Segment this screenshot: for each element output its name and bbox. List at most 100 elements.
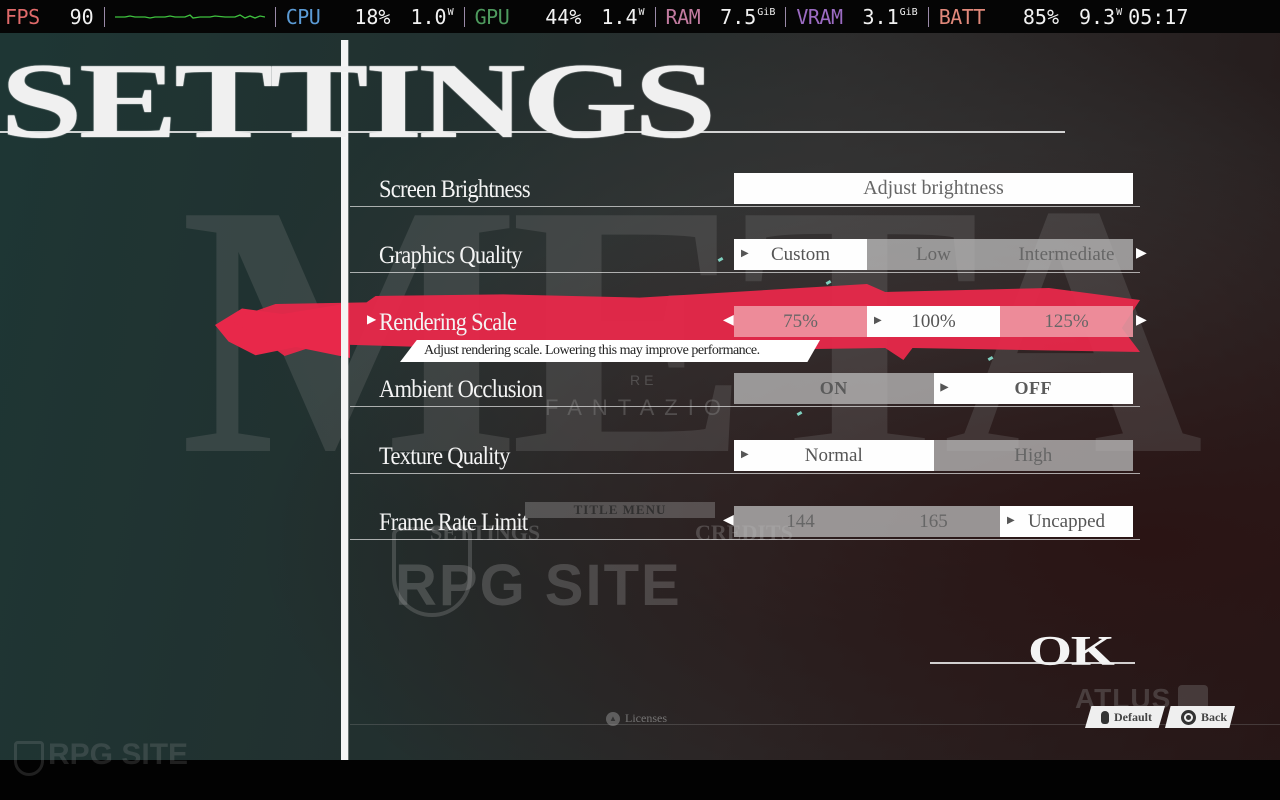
licenses-label: Licenses xyxy=(625,711,667,725)
stick-button-icon xyxy=(1101,710,1109,724)
setting-label: Frame Rate Limit xyxy=(379,509,528,536)
option-label: Low xyxy=(916,243,951,265)
option-label: 125% xyxy=(1044,310,1089,332)
scroll-left-arrow-icon[interactable]: ◀ xyxy=(723,512,734,529)
ram-value: 7.5GiB xyxy=(720,5,775,29)
option-75[interactable]: 75% xyxy=(734,306,867,337)
separator xyxy=(103,6,105,27)
option-uncapped[interactable]: ▶ Uncapped xyxy=(1000,506,1133,537)
rendering-scale-selector[interactable]: 75% ▶ 100% 125% xyxy=(734,306,1133,337)
option-high[interactable]: High xyxy=(933,440,1133,471)
row-divider xyxy=(350,206,1140,207)
setting-label: Texture Quality xyxy=(379,443,510,470)
separator xyxy=(463,6,465,27)
default-label: Default xyxy=(1114,709,1152,724)
cpu-label: CPU xyxy=(285,4,321,29)
option-100[interactable]: ▶ 100% xyxy=(867,306,1000,337)
gpu-power: 1.4W xyxy=(601,5,644,29)
option-144[interactable]: 144 xyxy=(734,506,867,537)
graphics-quality-selector[interactable]: ▶ Custom Low Intermediate xyxy=(734,239,1133,270)
option-on[interactable]: ON xyxy=(734,373,934,404)
frametime-graph xyxy=(114,7,265,27)
option-normal[interactable]: ▶ Normal xyxy=(734,440,934,471)
option-label: 75% xyxy=(783,310,818,332)
option-low[interactable]: Low xyxy=(867,239,1000,270)
back-label: Back xyxy=(1201,709,1228,724)
option-label: Normal xyxy=(804,444,863,466)
ok-underline xyxy=(930,662,1135,664)
separator xyxy=(785,6,787,27)
back-button[interactable]: Back xyxy=(1165,706,1235,728)
selected-caret-icon: ▶ xyxy=(874,315,882,326)
rpgsite-watermark: RPG SITE xyxy=(395,553,682,618)
battery-percent: 85% xyxy=(1022,4,1059,29)
separator xyxy=(927,6,929,27)
gpu-power-value: 1.4 xyxy=(601,4,638,29)
vram-amount: 3.1 xyxy=(862,4,899,29)
battery-time: 05:17 xyxy=(1128,4,1189,29)
ram-unit: GiB xyxy=(757,6,776,18)
texture-quality-selector[interactable]: ▶ Normal High xyxy=(734,440,1133,471)
gpu-usage: 44% xyxy=(545,4,582,29)
selected-caret-icon: ▶ xyxy=(741,248,749,259)
vram-label: VRAM xyxy=(796,4,843,29)
setting-label: Ambient Occlusion xyxy=(379,376,543,403)
option-custom[interactable]: ▶ Custom xyxy=(734,239,867,270)
setting-row-graphics-quality[interactable]: Graphics Quality ▶ Custom Low Intermediat… xyxy=(350,233,1147,273)
scroll-right-arrow-icon[interactable]: ▶ xyxy=(1136,312,1147,329)
setting-row-screen-brightness[interactable]: Screen Brightness Adjust brightness xyxy=(350,167,1140,207)
licenses-button[interactable]: ▲ Licenses xyxy=(606,711,667,726)
performance-overlay: FPS 90 CPU 18% 1.0W GPU 44% 1.4W RAM 7.5… xyxy=(0,0,1280,33)
rpgsite-shield-icon xyxy=(14,741,44,776)
option-label: Uncapped xyxy=(1027,510,1106,532)
title-underline xyxy=(0,131,1065,133)
row-divider xyxy=(350,473,1140,474)
option-label: OFF xyxy=(1014,378,1052,398)
selected-caret-icon: ▶ xyxy=(940,382,949,393)
option-off[interactable]: ▶ OFF xyxy=(933,373,1133,404)
rpgsite-watermark-corner: RPG SITE xyxy=(48,738,189,771)
setting-row-texture-quality[interactable]: Texture Quality ▶ Normal High xyxy=(350,434,1140,474)
scroll-right-arrow-icon[interactable]: ▶ xyxy=(1136,245,1147,262)
option-125[interactable]: 125% xyxy=(1000,306,1133,337)
setting-description: Adjust rendering scale. Lowering this ma… xyxy=(400,340,820,362)
ok-button[interactable]: OK xyxy=(1028,628,1115,676)
focus-caret-icon: ▶ xyxy=(367,312,377,326)
setting-label: Rendering Scale xyxy=(379,309,517,336)
circle-button-icon xyxy=(1181,709,1196,725)
ram-label: RAM xyxy=(665,4,701,29)
adjust-brightness-button[interactable]: Adjust brightness xyxy=(734,173,1133,204)
gpu-power-unit: W xyxy=(638,6,645,18)
letterbox-bar xyxy=(0,760,1280,800)
separator xyxy=(274,6,276,27)
setting-label: Screen Brightness xyxy=(379,176,531,203)
cpu-power-unit: W xyxy=(447,6,454,18)
battery-label: BATT xyxy=(938,4,986,29)
selected-caret-icon: ▶ xyxy=(1007,515,1015,526)
frame-rate-limit-selector[interactable]: 144 165 ▶ Uncapped xyxy=(734,506,1133,537)
setting-label: Graphics Quality xyxy=(379,242,523,269)
option-165[interactable]: 165 xyxy=(867,506,1000,537)
selected-caret-icon: ▶ xyxy=(741,449,749,460)
setting-row-ambient-occlusion[interactable]: Ambient Occlusion ON ▶ OFF xyxy=(350,367,1140,407)
cpu-power-value: 1.0 xyxy=(410,4,447,29)
default-button[interactable]: Default xyxy=(1085,706,1165,728)
row-divider xyxy=(350,406,1140,407)
cpu-usage: 18% xyxy=(354,4,391,29)
frametime-graph-line xyxy=(114,13,265,19)
ambient-occlusion-toggle[interactable]: ON ▶ OFF xyxy=(734,373,1133,404)
scroll-left-arrow-icon[interactable]: ◀ xyxy=(723,312,734,329)
vram-value: 3.1GiB xyxy=(863,5,918,29)
battery-power: 9.3W xyxy=(1079,5,1122,29)
option-label: Intermediate xyxy=(1018,243,1115,265)
option-label: 165 xyxy=(919,510,948,532)
option-intermediate[interactable]: Intermediate xyxy=(1000,239,1133,270)
battery-power-unit: W xyxy=(1116,6,1123,18)
option-label: 100% xyxy=(911,310,956,332)
fps-value: 90 xyxy=(69,4,94,29)
setting-row-frame-rate-limit[interactable]: Frame Rate Limit ◀ 144 165 ▶ Uncapped xyxy=(350,500,1140,540)
setting-row-rendering-scale[interactable]: ▶ Rendering Scale ◀ 75% ▶ 100% 125% ▶ xyxy=(350,300,1147,340)
row-divider xyxy=(350,272,1140,273)
fps-label: FPS xyxy=(5,4,40,29)
option-label: ON xyxy=(819,378,848,398)
